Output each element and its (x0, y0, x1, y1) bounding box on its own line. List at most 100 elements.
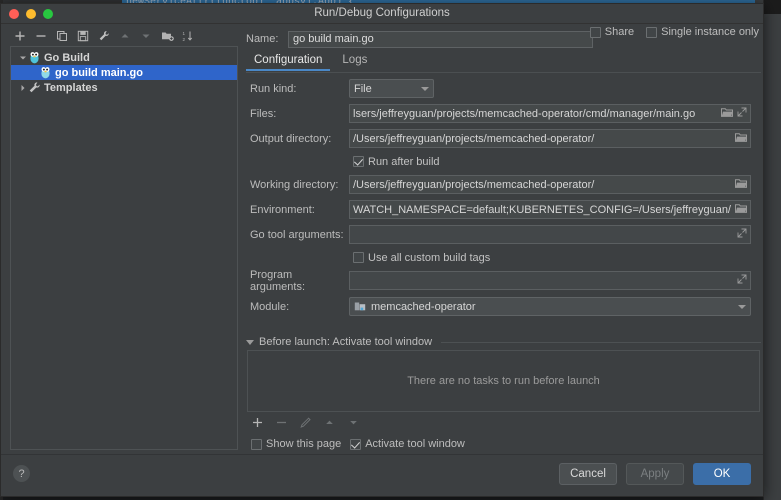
ok-button[interactable]: OK (693, 463, 751, 485)
chevron-down-icon[interactable] (738, 305, 746, 309)
environment-adornments[interactable] (732, 203, 747, 217)
expand-editor-icon[interactable] (737, 228, 747, 241)
remove-icon[interactable] (34, 29, 48, 43)
apply-button[interactable]: Apply (626, 463, 684, 485)
working-directory-input[interactable]: /Users/jeffreyguan/projects/memcached-op… (349, 175, 751, 194)
program-arguments-adornments[interactable] (734, 274, 747, 287)
edit-task-icon[interactable] (299, 416, 311, 428)
working-directory-label: Working directory: (246, 179, 349, 191)
move-up-icon[interactable] (118, 29, 132, 43)
move-up-icon[interactable] (323, 416, 335, 428)
go-tool-arguments-input[interactable] (349, 225, 751, 244)
output-directory-value: /Users/jeffreyguan/projects/memcached-op… (353, 133, 732, 145)
files-label: Files: (246, 108, 349, 120)
chevron-right-icon[interactable] (17, 84, 28, 92)
share-checkbox-box[interactable] (590, 27, 601, 38)
go-tool-arguments-adornments[interactable] (734, 228, 747, 241)
before-launch-toolbar[interactable] (251, 416, 359, 428)
show-this-page-checkbox-box[interactable] (251, 439, 262, 450)
add-icon[interactable] (13, 29, 27, 43)
tree-item-label: Go Build (44, 52, 90, 64)
name-input[interactable] (288, 31, 593, 48)
copy-icon[interactable] (55, 29, 69, 43)
screen: newServiceAttr(func(obj *appsv1.App) { R… (0, 0, 781, 500)
move-down-icon[interactable] (347, 416, 359, 428)
activate-tool-window-checkbox-box[interactable] (350, 439, 361, 450)
before-launch-header[interactable]: Before launch: Activate tool window (246, 336, 761, 348)
before-launch-task-list[interactable]: There are no tasks to run before launch (247, 350, 760, 412)
program-arguments-label: Program arguments: (246, 269, 349, 293)
edit-templates-icon[interactable] (97, 29, 111, 43)
move-down-icon[interactable] (139, 29, 153, 43)
expand-editor-icon[interactable] (737, 274, 747, 287)
activate-tool-window-checkbox[interactable]: Activate tool window (350, 438, 465, 450)
expand-editor-icon[interactable] (737, 107, 747, 120)
dialog-title: Run/Debug Configurations (1, 7, 763, 19)
output-directory-label: Output directory: (246, 133, 349, 145)
add-task-icon[interactable] (251, 416, 263, 428)
name-row-options: Share Single instance only (590, 26, 759, 38)
module-label: Module: (246, 301, 349, 313)
tree-item-label: go build main.go (55, 67, 143, 79)
chevron-down-icon[interactable] (246, 340, 254, 345)
tree-item-templates[interactable]: Templates (11, 80, 237, 95)
files-adornments[interactable] (718, 107, 747, 121)
single-instance-only-checkbox-box[interactable] (646, 27, 657, 38)
dialog-buttons: Cancel Apply OK (559, 463, 751, 485)
tab-configuration[interactable]: Configuration (246, 52, 330, 70)
output-directory-adornments[interactable] (732, 132, 747, 146)
working-directory-value: /Users/jeffreyguan/projects/memcached-op… (353, 179, 732, 191)
output-directory-input[interactable]: /Users/jeffreyguan/projects/memcached-op… (349, 129, 751, 148)
dialog-body: 12 (1, 24, 763, 455)
environment-value: WATCH_NAMESPACE=default;KUBERNETES_CONFI… (353, 204, 732, 216)
browse-folder-icon[interactable] (721, 107, 733, 121)
configurations-toolbar[interactable]: 12 (13, 27, 195, 45)
remove-task-icon[interactable] (275, 416, 287, 428)
single-instance-only-checkbox[interactable]: Single instance only (646, 26, 759, 38)
single-instance-only-label: Single instance only (661, 26, 759, 38)
run-kind-select[interactable]: File (349, 79, 434, 98)
chevron-down-icon[interactable] (17, 54, 28, 62)
module-select[interactable]: memcached-operator (349, 297, 751, 316)
files-input[interactable]: lsers/jeffreyguan/projects/memcached-ope… (349, 104, 751, 123)
save-icon[interactable] (76, 29, 90, 43)
share-checkbox-label: Share (605, 26, 634, 38)
working-directory-adornments[interactable] (732, 178, 747, 192)
module-value: memcached-operator (371, 301, 734, 313)
use-all-custom-build-tags-checkbox[interactable]: Use all custom build tags (353, 252, 490, 264)
files-row: Files: lsers/jeffreyguan/projects/memcac… (246, 101, 761, 126)
environment-label: Environment: (246, 204, 349, 216)
run-after-build-checkbox[interactable]: Run after build (353, 156, 440, 168)
tab-logs[interactable]: Logs (334, 52, 375, 70)
new-folder-icon[interactable] (160, 29, 174, 43)
use-all-custom-build-tags-label: Use all custom build tags (368, 252, 490, 264)
before-launch-empty-text: There are no tasks to run before launch (407, 375, 600, 387)
program-arguments-input[interactable] (349, 271, 751, 290)
editor-tabs[interactable]: Configuration Logs (246, 52, 761, 73)
browse-folder-icon[interactable] (735, 203, 747, 217)
title-bar: Run/Debug Configurations (1, 4, 763, 24)
configuration-form: Run kind: File Files: lsers/jeffreyguan/… (246, 76, 761, 320)
sort-icon[interactable]: 12 (181, 29, 195, 43)
working-directory-row: Working directory: /Users/jeffreyguan/pr… (246, 172, 761, 197)
cancel-button[interactable]: Cancel (559, 463, 617, 485)
show-this-page-checkbox[interactable]: Show this page (251, 438, 341, 450)
tab-logs-label: Logs (342, 54, 367, 66)
wrench-icon (28, 81, 41, 94)
use-all-custom-build-tags-row: Use all custom build tags (246, 247, 761, 268)
tree-item-go-build[interactable]: Go Build (11, 50, 237, 65)
tree-item-go-build-main-go[interactable]: go build main.go (11, 65, 237, 80)
go-tool-arguments-row: Go tool arguments: (246, 222, 761, 247)
run-after-build-checkbox-box[interactable] (353, 156, 364, 167)
share-checkbox[interactable]: Share (590, 26, 634, 38)
browse-folder-icon[interactable] (735, 178, 747, 192)
environment-input[interactable]: WATCH_NAMESPACE=default;KUBERNETES_CONFI… (349, 200, 751, 219)
run-kind-label: Run kind: (246, 83, 349, 95)
run-debug-configurations-dialog: Run/Debug Configurations (0, 3, 764, 497)
run-after-build-row: Run after build (246, 151, 761, 172)
help-button[interactable]: ? (13, 465, 30, 482)
configurations-tree[interactable]: Go Build (10, 46, 238, 450)
chevron-down-icon[interactable] (421, 87, 429, 91)
use-all-custom-build-tags-checkbox-box[interactable] (353, 252, 364, 263)
browse-folder-icon[interactable] (735, 132, 747, 146)
